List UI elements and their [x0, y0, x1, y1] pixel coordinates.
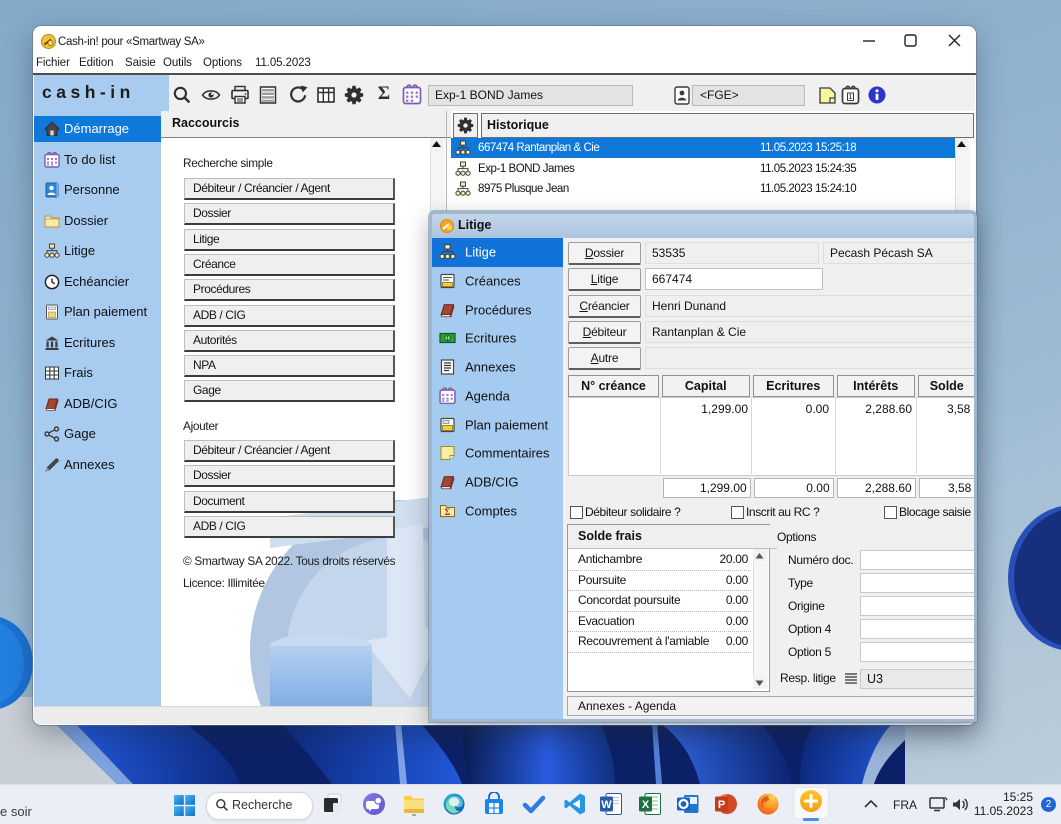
svg-text:1: 1	[848, 92, 852, 101]
svg-text:Σ: Σ	[445, 507, 451, 517]
svg-text:W: W	[601, 799, 612, 811]
svg-text:X: X	[642, 799, 650, 811]
svg-text:P: P	[718, 799, 725, 811]
